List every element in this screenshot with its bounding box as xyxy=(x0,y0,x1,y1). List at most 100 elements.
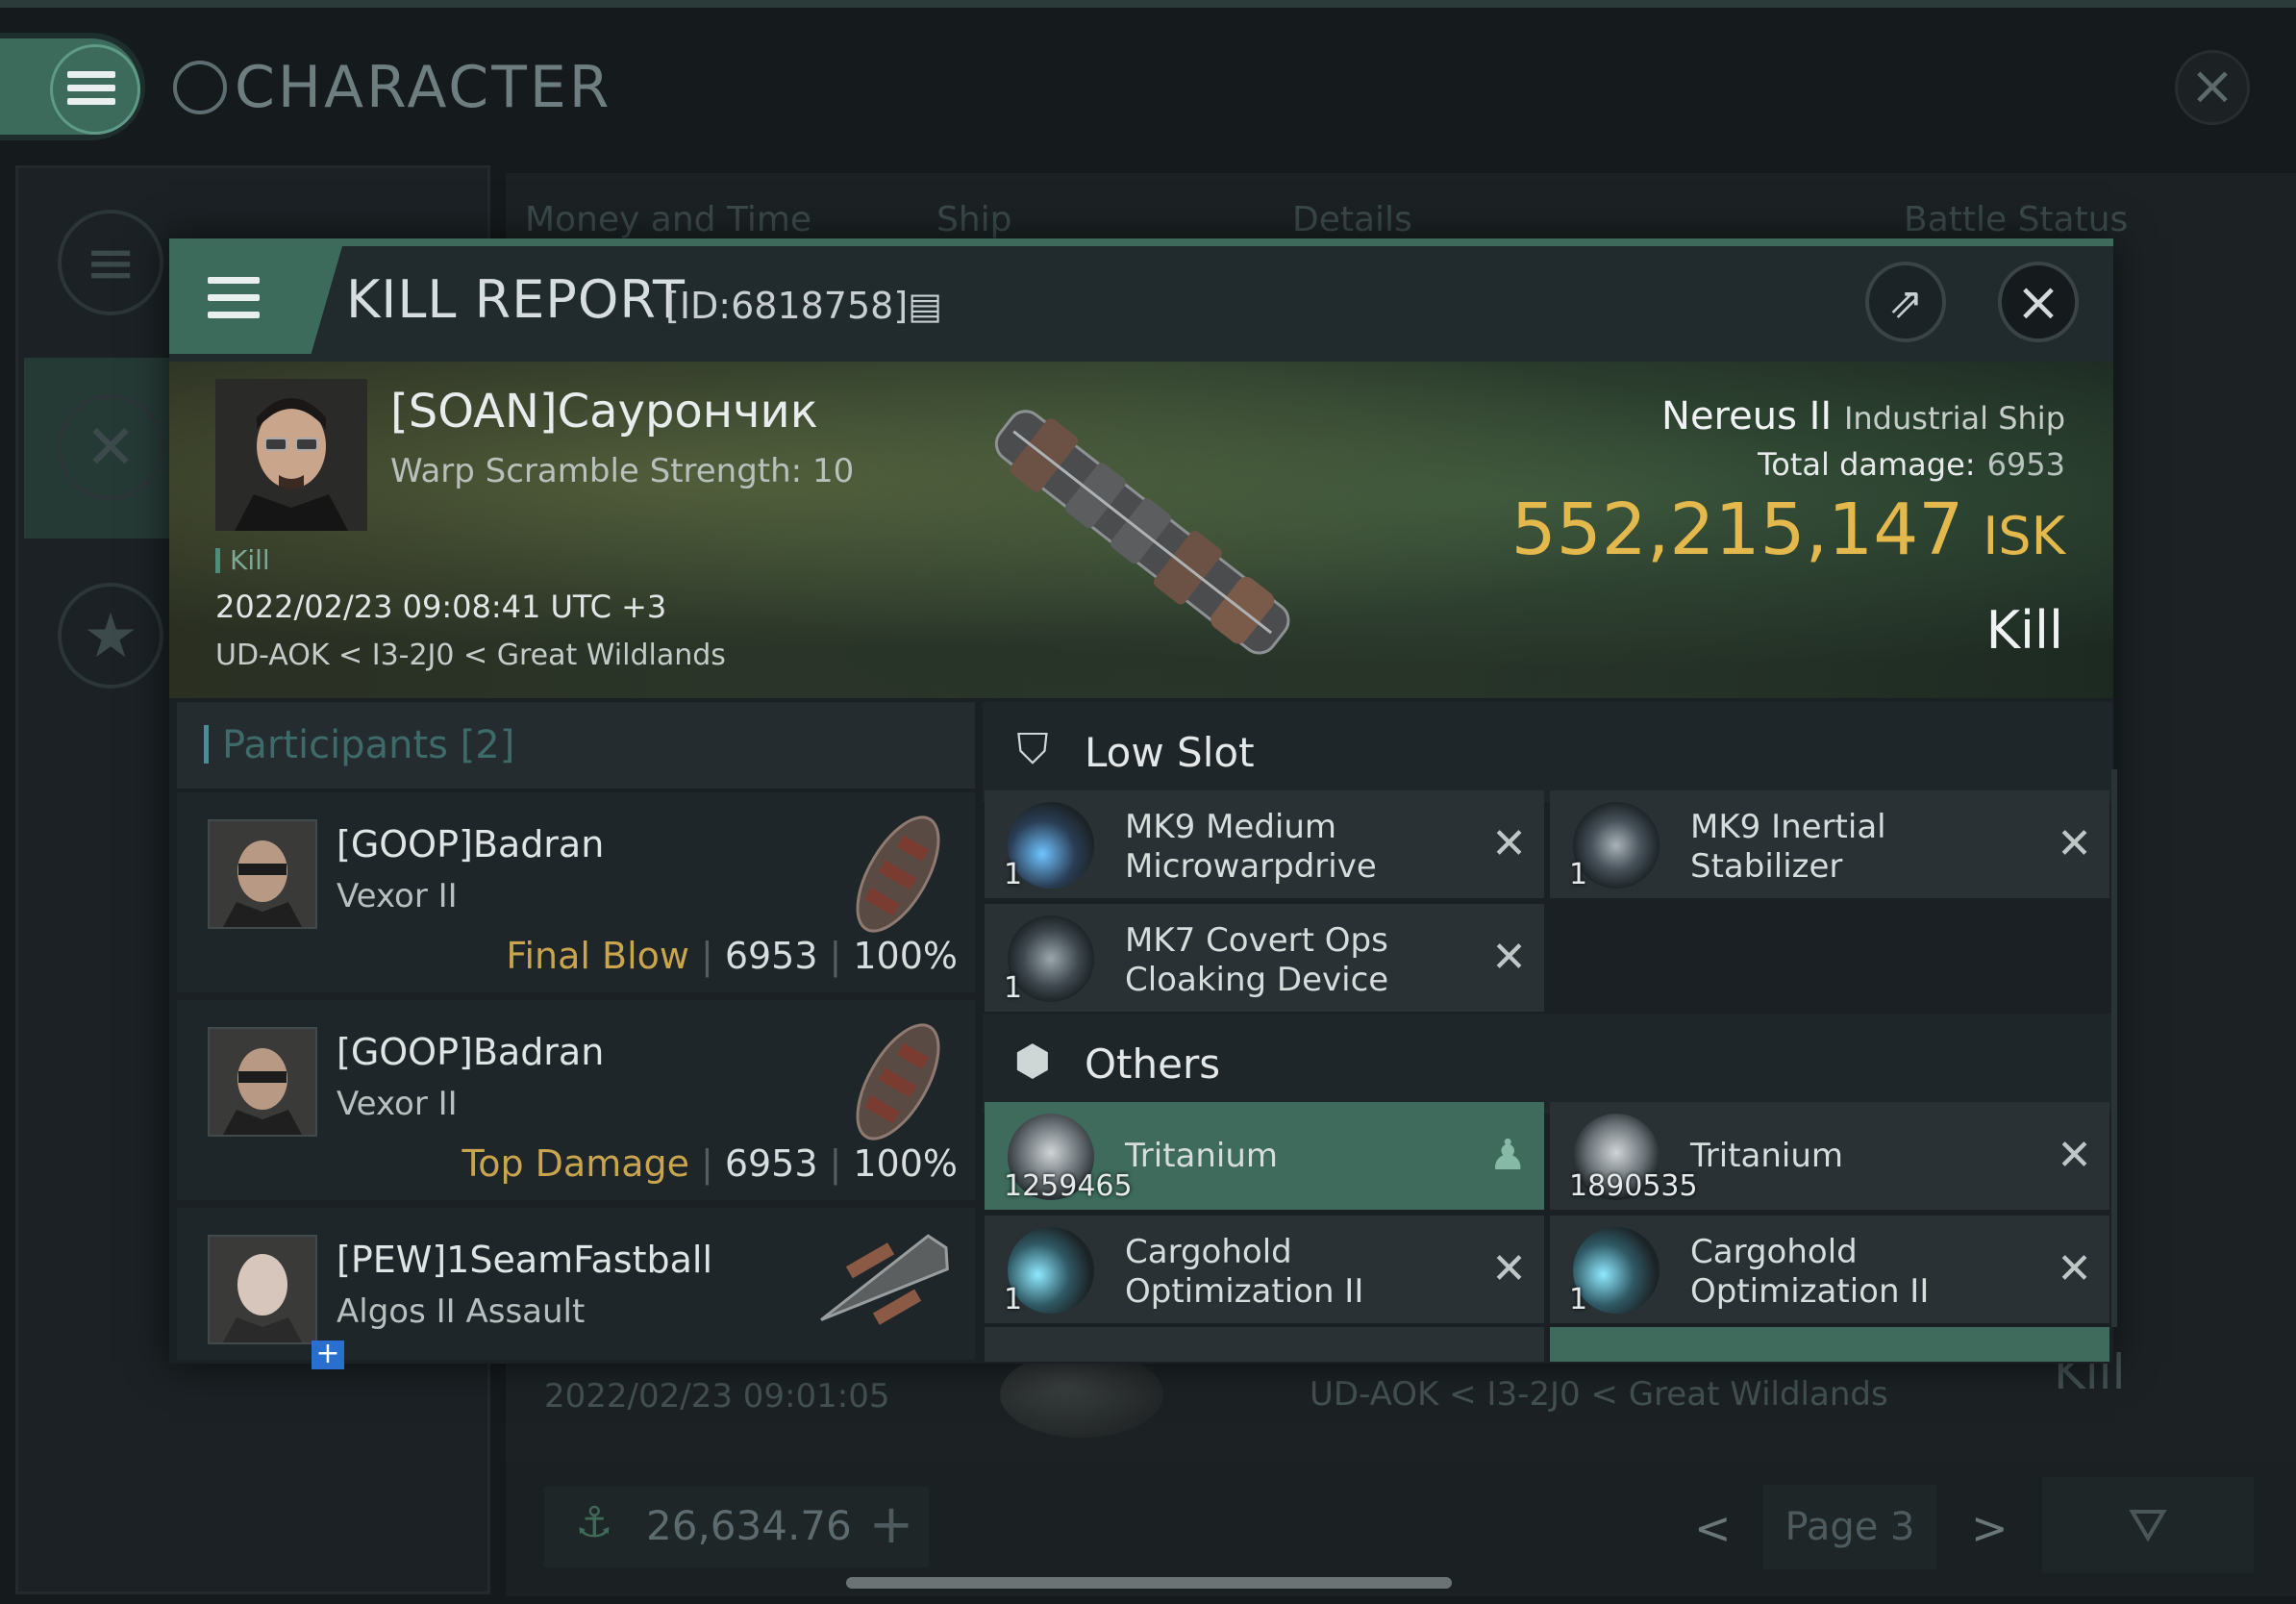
separator: | xyxy=(701,935,713,977)
fitting-scrollbar[interactable] xyxy=(2111,769,2117,1327)
participant-row[interactable]: [GOOP]Badran Vexor II Top Damage | 6953 | 10… xyxy=(177,1000,975,1200)
fitting-item[interactable]: 1 Cargohold Optimization II ✕ xyxy=(985,1216,1544,1323)
fitting-item-partial[interactable] xyxy=(985,1327,1544,1362)
character-close-button[interactable]: × xyxy=(2175,50,2250,125)
fitting-item[interactable]: 1890535 Tritanium ✕ xyxy=(1550,1102,2109,1210)
item-name: Cargohold Optimization II xyxy=(1690,1233,1930,1311)
add-funds-button[interactable]: + xyxy=(861,1496,921,1556)
top-damage-tag: Top Damage xyxy=(462,1142,690,1185)
item-name: Tritanium xyxy=(1125,1137,1279,1175)
fitting-item[interactable]: 1259465 Tritanium ♟ xyxy=(985,1102,1544,1210)
tab-ship[interactable]: Ship xyxy=(936,200,1012,239)
menu-icon xyxy=(208,277,260,284)
fitting-item[interactable]: 1 MK7 Covert Ops Cloaking Device ✕ xyxy=(985,904,1544,1012)
crossed-swords-icon[interactable]: ✕ xyxy=(58,394,163,500)
item-name: MK7 Covert Ops Cloaking Device xyxy=(1125,921,1389,999)
cargo-box-icon: ⬢ xyxy=(1013,1037,1052,1086)
total-damage: Total damage: 6953 xyxy=(1538,446,2065,483)
participant-ship-image xyxy=(831,1010,965,1154)
victim-name[interactable]: [SOAN]Саурончик xyxy=(390,385,818,439)
victim-ship[interactable]: Nereus II Industrial Ship xyxy=(1538,394,2065,439)
participant-portrait[interactable] xyxy=(208,1027,317,1137)
separator: | xyxy=(701,1142,713,1185)
participant-row[interactable]: [GOOP]Badran Vexor II Final Blow | 6953 | 10… xyxy=(177,792,975,992)
participant-name: [GOOP]Badran xyxy=(337,823,605,865)
menu-icon-bar xyxy=(208,312,260,318)
item-quantity: 1890535 xyxy=(1569,1169,1698,1203)
participant-ship: Algos II Assault xyxy=(337,1292,586,1331)
destroyed-icon: ✕ xyxy=(2057,1244,2092,1293)
fitting-item[interactable]: 1 MK9 Medium Microwarpdrive ✕ xyxy=(985,790,1544,898)
participant-stats: Final Blow | 6953 | 100% xyxy=(506,935,958,977)
destroyed-icon: ✕ xyxy=(1491,933,1527,982)
victim-ship-class: Industrial Ship xyxy=(1843,400,2065,437)
kill-result-label: Kill xyxy=(1985,600,2063,661)
fitting-item[interactable]: 1 Cargohold Optimization II ✕ xyxy=(1550,1216,2109,1323)
participant-portrait-image xyxy=(210,1237,315,1342)
participant-portrait[interactable] xyxy=(208,819,317,929)
fitting-item[interactable]: 1 MK9 Inertial Stabilizer ✕ xyxy=(1550,790,2109,898)
destroyed-icon: ✕ xyxy=(2057,819,2092,868)
total-damage-label: Total damage: xyxy=(1758,446,1976,483)
tab-battle-status[interactable]: Battle Status xyxy=(1904,200,2128,239)
fitting-item-partial[interactable] xyxy=(1550,1327,2109,1362)
item-name: Tritanium xyxy=(1690,1137,1844,1175)
participant-percent: 100% xyxy=(853,1142,958,1185)
victim-location[interactable]: UD-AOK < I3-2J0 < Great Wildlands xyxy=(215,639,726,672)
tab-details[interactable]: Details xyxy=(1292,200,1412,239)
participant-portrait-image xyxy=(210,1029,315,1135)
victim-ship-render xyxy=(994,410,1290,655)
character-window-title: CHARACTER xyxy=(173,54,611,121)
participant-ship-render xyxy=(856,815,940,933)
modal-accent-line xyxy=(169,238,2113,246)
victim-portrait[interactable] xyxy=(215,379,367,531)
participant-name: [PEW]1SeamFastball xyxy=(337,1239,713,1281)
filter-button[interactable]: ⛛ xyxy=(2042,1477,2254,1573)
kill-report-id-text: [ID:6818758] xyxy=(665,285,909,327)
list-entry-location: UD-AOK < I3-2J0 < Great Wildlands xyxy=(1310,1375,1888,1414)
star-icon[interactable]: ★ xyxy=(58,583,163,689)
kill-report-close-button[interactable]: × xyxy=(1998,262,2079,342)
victim-datetime: 2022/02/23 09:08:41 UTC +3 xyxy=(215,589,667,625)
participant-damage: 6953 xyxy=(724,1142,818,1185)
vitruvian-icon xyxy=(173,61,227,114)
victim-kill-tag: Kill xyxy=(215,544,270,576)
participant-ship-render xyxy=(820,1234,949,1325)
victim-portrait-image xyxy=(215,379,367,531)
share-external-button[interactable]: ⇗ xyxy=(1865,262,1946,342)
participant-damage: 6953 xyxy=(724,935,818,977)
participant-ship-image xyxy=(802,1212,965,1356)
participant-ship-render xyxy=(856,1023,940,1140)
copy-icon[interactable]: ▤ xyxy=(908,285,942,327)
horizontal-scrollbar[interactable] xyxy=(846,1577,1452,1589)
participant-ship: Vexor II xyxy=(337,1085,458,1123)
participant-ship-image xyxy=(831,802,965,946)
destroyed-icon: ✕ xyxy=(1491,1244,1527,1293)
list-icon[interactable]: ≡ xyxy=(58,210,163,315)
participant-stats: Top Damage | 6953 | 100% xyxy=(462,1142,958,1185)
item-name: Cargohold Optimization II xyxy=(1125,1233,1364,1311)
menu-icon-bar xyxy=(208,294,260,301)
character-menu-button[interactable] xyxy=(0,38,140,135)
next-page-button[interactable]: > xyxy=(1971,1502,2009,1554)
wallet-icon: ⚓ xyxy=(575,1498,613,1547)
victim-warp-scramble: Warp Scramble Strength: 10 xyxy=(390,452,855,490)
destroyed-icon: ✕ xyxy=(2057,1131,2092,1180)
isk-value: 552,215,147 ISK xyxy=(1442,489,2065,571)
previous-page-button[interactable]: < xyxy=(1694,1502,1732,1554)
participant-portrait[interactable]: + xyxy=(208,1235,344,1369)
menu-icon-bar xyxy=(67,98,115,105)
shield-icon: ⛉ xyxy=(1016,725,1049,774)
character-title-text: CHARACTER xyxy=(235,54,612,121)
kill-report-title: KILL REPORT xyxy=(346,269,686,330)
item-name: MK9 Medium Microwarpdrive xyxy=(1125,808,1377,886)
item-quantity: 1 xyxy=(1004,1283,1023,1316)
list-ship-thumbnail xyxy=(1000,1351,1163,1438)
low-slot-title: Low Slot xyxy=(1085,729,1255,776)
item-name: MK9 Inertial Stabilizer xyxy=(1690,808,1886,886)
kill-report-id[interactable]: [ID:6818758]▤ xyxy=(665,285,942,327)
participant-row[interactable]: + [PEW]1SeamFastball Algos II Assault xyxy=(177,1208,975,1369)
participant-percent: 100% xyxy=(853,935,958,977)
isk-amount: 552,215,147 xyxy=(1510,489,1964,571)
tab-money-and-time[interactable]: Money and Time xyxy=(525,200,811,239)
